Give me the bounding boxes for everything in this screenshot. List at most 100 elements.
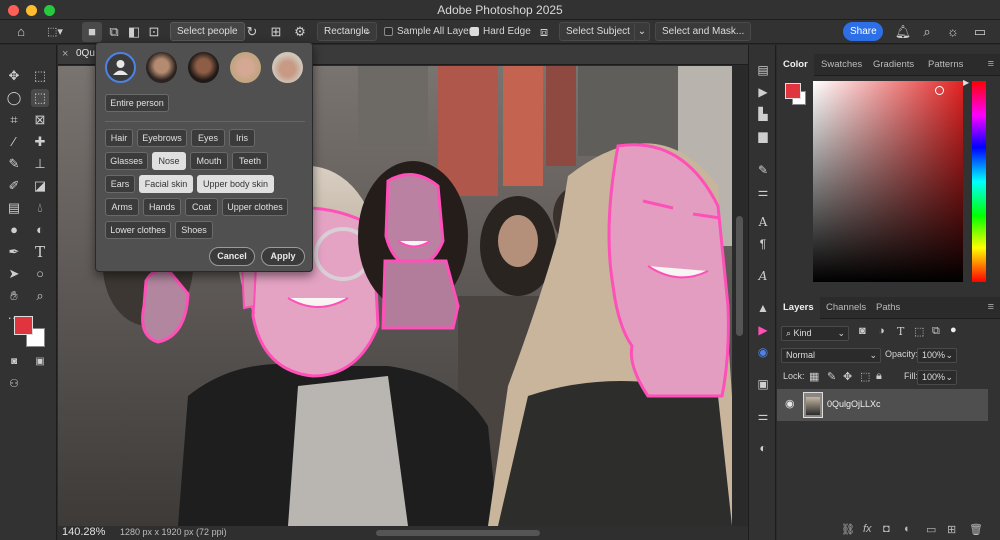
link-layers-icon[interactable]: ⛓︎ [841, 523, 855, 536]
eye-icon[interactable]: ◉ [785, 397, 795, 410]
ellipse-tool-icon[interactable]: ○ [31, 265, 49, 283]
filter-toggle-icon[interactable]: ● [950, 324, 957, 336]
part-hands-button[interactable]: Hands [143, 198, 181, 216]
document-tab-title[interactable]: 0Qu [76, 48, 95, 59]
zoom-tool-icon[interactable]: ⌕ [31, 287, 49, 305]
edit-toolbar-icon[interactable]: ⚇ [5, 375, 23, 393]
home-icon[interactable]: ⌂ [11, 22, 31, 42]
glyphs-panel-icon[interactable]: A [753, 267, 773, 285]
vertical-scroll-thumb[interactable] [736, 216, 743, 336]
move-tool-icon[interactable]: ✥ [5, 67, 23, 85]
layer-filter-dropdown[interactable]: ⌕ Kind ⌄ [781, 326, 849, 341]
tab-gradients[interactable]: Gradients [867, 54, 920, 76]
sample-all-layers-checkbox[interactable] [384, 27, 393, 36]
adjustment-filter-icon[interactable]: ◑ [878, 325, 885, 337]
search-icon[interactable]: ⌕ [917, 22, 937, 42]
part-mouth-button[interactable]: Mouth [190, 152, 228, 170]
layer-row[interactable]: ◉ 0QulgOjLLXc [777, 389, 988, 421]
new-layer-icon[interactable]: ⊞ [947, 523, 956, 536]
delete-layer-icon[interactable]: 🗑︎ [969, 523, 983, 536]
hard-edge-checkbox[interactable] [470, 27, 479, 36]
part-hair-button[interactable]: Hair [105, 129, 133, 147]
intersect-selection-icon[interactable]: ⊡ [144, 22, 164, 42]
3d-panel-icon[interactable]: ▲ [753, 299, 773, 317]
paragraph-panel-icon[interactable]: ¶ [753, 235, 773, 253]
lasso-tool-icon[interactable]: ◯ [5, 89, 23, 107]
history-brush-tool-icon[interactable]: ✐ [5, 177, 23, 195]
quick-mask-icon[interactable]: ◙ [5, 353, 23, 371]
lock-artboard-icon[interactable]: ⬚ [860, 370, 870, 383]
part-arms-button[interactable]: Arms [105, 198, 139, 216]
select-people-button[interactable]: Select people [170, 22, 245, 41]
object-finder-icon[interactable]: ⊞ [266, 22, 286, 42]
tab-swatches[interactable]: Swatches [815, 54, 868, 76]
clone-stamp-tool-icon[interactable]: ⊥ [31, 155, 49, 173]
canvas-vertical-scrollbar[interactable] [733, 66, 746, 526]
person-avatar-1[interactable] [146, 52, 177, 83]
refresh-icon[interactable]: ↻ [242, 22, 262, 42]
part-nose-button[interactable]: Nose [152, 152, 186, 170]
hue-slider-handle-icon[interactable]: ▶ [963, 78, 969, 87]
path-selection-tool-icon[interactable]: ➤ [5, 265, 23, 283]
lock-all-icon[interactable]: 🔒︎ [876, 370, 882, 383]
part-upper-clothes-button[interactable]: Upper clothes [222, 198, 288, 216]
color-picker-field[interactable] [813, 81, 963, 282]
person-avatar-3[interactable] [230, 52, 261, 83]
smart-object-filter-icon[interactable]: ⧉ [932, 325, 940, 338]
add-to-selection-icon[interactable]: ⧉ [104, 22, 124, 42]
tab-channels[interactable]: Channels [820, 297, 872, 319]
adjustment-layer-icon[interactable]: ◐ [904, 523, 911, 535]
hue-slider[interactable] [972, 81, 986, 282]
lock-position-icon[interactable]: ✥ [843, 370, 852, 383]
navigator-panel-icon[interactable]: ▣ [753, 375, 773, 393]
eyedropper-tool-icon[interactable]: ⁄ [5, 133, 23, 151]
comments-panel-icon[interactable]: ▆ [753, 127, 773, 145]
entire-group-avatar[interactable] [105, 52, 136, 83]
part-upper-body-skin-button[interactable]: Upper body skin [197, 175, 274, 193]
gradient-tool-icon[interactable]: ▤ [5, 199, 23, 217]
smudge-tool-icon[interactable]: ◐ [31, 221, 49, 239]
share-button[interactable]: Share [843, 22, 883, 41]
pixel-filter-icon[interactable]: ◙ [859, 325, 866, 337]
brushes-panel-icon[interactable]: ✎ [753, 161, 773, 179]
tab-patterns[interactable]: Patterns [922, 54, 969, 76]
type-tool-icon[interactable]: T [31, 243, 49, 261]
layer-name[interactable]: 0QulgOjLLXc [827, 399, 881, 409]
shape-filter-icon[interactable]: ⬚ [914, 325, 924, 338]
opacity-field[interactable]: 100% ⌄ [917, 348, 957, 363]
document-info[interactable]: 1280 px x 1920 px (72 ppi) [120, 527, 227, 537]
cancel-button[interactable]: Cancel [209, 247, 255, 266]
part-eyebrows-button[interactable]: Eyebrows [137, 129, 187, 147]
eraser-tool-icon[interactable]: ◪ [31, 177, 49, 195]
mode-dropdown[interactable]: Rectangle ⌄ [317, 22, 377, 41]
adjustments-panel-icon[interactable]: ⚌ [753, 183, 773, 201]
layers-panel-menu-icon[interactable]: ≡ [988, 301, 994, 313]
zoom-level[interactable]: 140.28% [62, 526, 105, 538]
select-and-mask-button[interactable]: Select and Mask... [655, 22, 752, 41]
part-eyes-button[interactable]: Eyes [191, 129, 225, 147]
subtract-from-selection-icon[interactable]: ◧ [124, 22, 144, 42]
fill-field[interactable]: 100% ⌄ [917, 370, 957, 385]
part-teeth-button[interactable]: Teeth [232, 152, 268, 170]
frame-tool-icon[interactable]: ⊠ [31, 111, 49, 129]
object-selection-tool-icon[interactable]: ⬚ [31, 89, 49, 107]
bell-icon[interactable]: 🔔︎ [893, 22, 913, 42]
panel-menu-icon[interactable]: ≡ [988, 58, 994, 70]
color-picker-cursor[interactable] [935, 86, 944, 95]
tab-color[interactable]: Color [777, 54, 814, 76]
type-filter-icon[interactable]: T [897, 325, 904, 338]
part-shoes-button[interactable]: Shoes [175, 221, 213, 239]
part-facial-skin-button[interactable]: Facial skin [139, 175, 193, 193]
close-document-icon[interactable]: × [62, 48, 68, 60]
add-mask-icon[interactable]: ◘ [883, 523, 890, 535]
learn-panel-icon[interactable]: ▙ [753, 105, 773, 123]
lock-image-icon[interactable]: ✎ [827, 370, 836, 383]
screen-mode-icon[interactable]: ▣ [31, 353, 49, 371]
info-panel-icon[interactable]: ◐ [753, 439, 773, 457]
part-lower-clothes-button[interactable]: Lower clothes [105, 221, 171, 239]
generative-panel-icon[interactable]: ▶ [753, 321, 773, 339]
select-subject-options-icon[interactable]: ⌄ [634, 22, 650, 41]
tab-layers[interactable]: Layers [777, 297, 820, 319]
part-iris-button[interactable]: Iris [229, 129, 255, 147]
new-selection-icon[interactable]: ■ [82, 22, 102, 42]
